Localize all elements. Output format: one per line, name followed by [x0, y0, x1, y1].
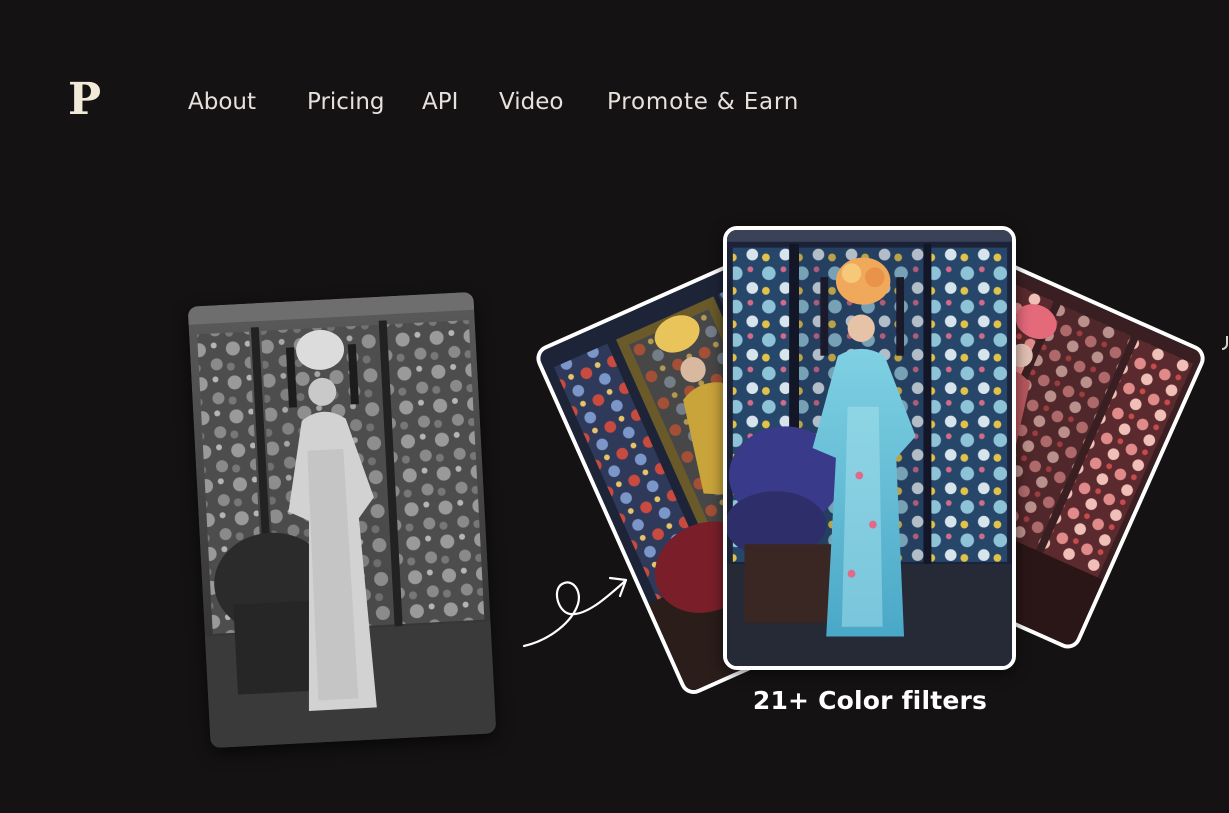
colorized-photo-card[interactable] — [723, 226, 1016, 670]
nav-link-pricing[interactable]: Pricing — [307, 88, 385, 116]
curly-arrow-icon — [522, 576, 628, 648]
original-bw-photo — [187, 291, 497, 749]
nav-link-api[interactable]: API — [422, 88, 458, 116]
nav-link-video[interactable]: Video — [499, 88, 563, 116]
logo[interactable]: P — [68, 78, 101, 122]
nav-link-about[interactable]: About — [188, 88, 256, 116]
colorized-photo-image — [727, 230, 1012, 666]
bw-photo-image — [187, 291, 497, 749]
offscreen-element-edge — [1222, 336, 1228, 350]
nav-link-promote-earn[interactable]: Promote & Earn — [607, 88, 799, 116]
color-filters-caption: 21+ Color filters — [752, 686, 988, 715]
